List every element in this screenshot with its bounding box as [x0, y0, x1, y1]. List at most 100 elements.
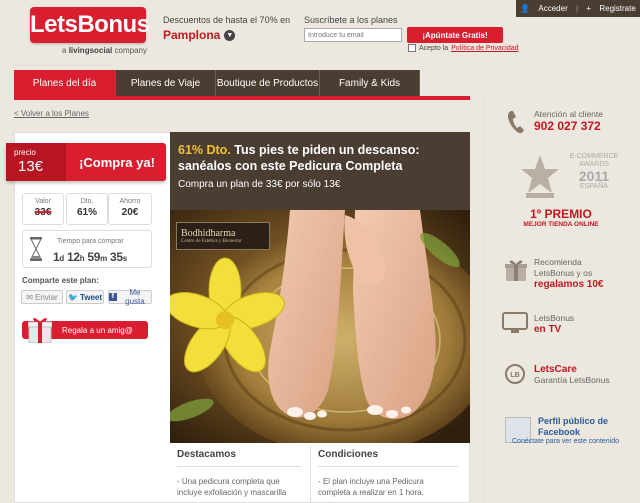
stat-label: Dto. [80, 198, 94, 205]
twitter-icon: 🐦 [67, 292, 78, 302]
tab-planes-de-viaje[interactable]: Planes de Viaje [116, 70, 216, 96]
logo-sub-prefix: a [62, 46, 67, 55]
stat-discount: Dto. 61% [66, 193, 108, 225]
deal-discount: 61% Dto. [178, 143, 231, 157]
svg-text:LB: LB [510, 372, 519, 379]
brand-name: Bodhidharma [181, 228, 236, 239]
stat-value: 61% [76, 207, 97, 218]
timer-unit-hours: h [79, 254, 85, 263]
stat-original-value: Valor 33€ [22, 193, 64, 225]
timer-value: 1d 12h 59m 35s [53, 250, 127, 264]
logo-subtitle: a livingsocial company [62, 46, 147, 55]
gift-icon [28, 318, 52, 343]
facebook-icon: f [109, 293, 117, 301]
deal-title: 61% Dto. Tus pies te piden un descanso: … [178, 142, 463, 174]
tab-family-kids[interactable]: Family & Kids [320, 70, 420, 96]
city-selector[interactable]: Pamplona ▼ [163, 28, 236, 42]
facebook-connect-text[interactable]: Conéctate para ver este contenido [512, 437, 622, 446]
recommend-line3: regalamos 10€ [534, 279, 604, 290]
care-line1: LetsCare [534, 364, 577, 375]
accept-text: Acepto la [419, 44, 449, 52]
tv-line2: en TV [534, 324, 562, 335]
logo-sub-brand: livingsocial [68, 46, 113, 55]
tab-boutique-productos[interactable]: Boutique de Productos [216, 70, 320, 96]
letscare-block[interactable]: LetsCare Garantía LetsBonus [534, 364, 610, 386]
envelope-icon: ✉ [26, 292, 33, 302]
price-label: precio [14, 148, 36, 157]
plus-icon: + [586, 4, 592, 13]
divider [318, 466, 458, 467]
stat-savings: Ahorro 20€ [108, 193, 152, 225]
letscare-icon: LB [505, 364, 525, 384]
timer-unit-seconds: s [122, 254, 127, 263]
tweet-button[interactable]: 🐦 Tweet [66, 290, 104, 304]
discount-text: Descuentos de hasta el 70% en [163, 15, 291, 25]
timer-unit-minutes: m [100, 254, 107, 263]
privacy-policy-link[interactable]: Política de Privacidad [451, 45, 518, 52]
price-value: 13€ [18, 158, 44, 175]
hourglass-icon [30, 237, 42, 261]
gift-icon [505, 260, 527, 281]
divider [177, 466, 301, 467]
timer-label: Tiempo para comprar [57, 238, 124, 245]
conditions-title: Condiciones [318, 449, 379, 460]
timer-hours: 12 [67, 250, 80, 264]
separator: | [576, 4, 579, 13]
user-icon: 👤 [520, 4, 531, 13]
timer-seconds: 35 [110, 250, 123, 264]
header: LetsBonus a livingsocial company Descuen… [0, 0, 640, 70]
award-title: 1º PREMIO [530, 207, 592, 221]
countdown-timer: Tiempo para comprar 1d 12h 59m 35s [22, 230, 152, 268]
award-line1: E-COMMERCE [569, 153, 619, 160]
highlights-text: - Una pedicura completa que incluye exfo… [177, 477, 287, 497]
section-divider [310, 446, 311, 503]
stat-label: Ahorro [119, 198, 141, 205]
main-nav: Planes del día Planes de Viaje Boutique … [14, 70, 420, 96]
conditions-text: - El plan incluye una Pedicura completa … [318, 477, 424, 497]
chevron-down-icon: ▼ [224, 29, 236, 41]
phone-number[interactable]: 902 027 372 [534, 119, 601, 133]
timer-unit-days: d [59, 254, 64, 263]
brand-sub: Centro de Estética y Bienestar [181, 239, 242, 244]
facebook-like-label: Me gusta [125, 288, 145, 306]
tab-planes-del-dia[interactable]: Planes del día [14, 70, 116, 96]
back-link[interactable]: < Volver a los Planes [14, 109, 89, 118]
award-text: E-COMMERCE AWARDS 2011 ESPAÑA [564, 153, 624, 191]
attention-text: Atención al cliente [534, 109, 603, 119]
buy-button[interactable]: ¡Compra ya! [68, 143, 166, 181]
facebook-profile-title[interactable]: Perfil público de Facebook [538, 416, 618, 438]
award-country: ESPAÑA [580, 183, 608, 190]
login-link[interactable]: Acceder [538, 4, 567, 13]
stat-value: 33€ [34, 207, 52, 218]
highlights-title: Destacamos [177, 449, 236, 460]
subscribe-title: Suscríbete a los planes [304, 15, 398, 25]
login-bar: 👤 Acceder | + Registrate [516, 0, 640, 17]
brand-badge: Bodhidharma Centro de Estética y Bienest… [176, 222, 270, 250]
award-year: 2011 [578, 168, 610, 184]
tv-icon [502, 312, 528, 333]
timer-minutes: 59 [87, 250, 101, 264]
privacy-accept: Acepto la Política de Privacidad [408, 44, 519, 52]
phone-icon [507, 111, 524, 134]
email-input[interactable] [304, 28, 402, 42]
share-title: Comparte este plan: [22, 276, 99, 285]
facebook-like-button[interactable]: f Me gusta [108, 288, 152, 306]
tv-block[interactable]: LetsBonus en TV [534, 313, 574, 335]
logo[interactable]: LetsBonus [30, 7, 150, 43]
city-name: Pamplona [163, 28, 221, 42]
stat-label: Valor [35, 198, 51, 205]
nav-underline [14, 96, 470, 100]
logo-sub-suffix: company [114, 46, 147, 55]
stat-value: 20€ [121, 207, 139, 218]
privacy-checkbox[interactable] [408, 44, 416, 52]
award-subtitle: MEJOR TIENDA ONLINE [523, 221, 599, 228]
care-line2: Garantía LetsBonus [534, 375, 610, 385]
recommend-line1: Recomienda [534, 257, 582, 267]
tv-line1: LetsBonus [534, 313, 575, 323]
join-button[interactable]: ¡Apúntate Gratis! [407, 27, 503, 43]
share-email-button[interactable]: ✉ Enviar [21, 290, 63, 304]
recommend-block[interactable]: Recomienda LetsBonus y os regalamos 10€ [534, 257, 604, 290]
tweet-label: Tweet [79, 292, 103, 302]
award-star-icon [521, 155, 559, 198]
register-link[interactable]: Registrate [599, 4, 635, 13]
